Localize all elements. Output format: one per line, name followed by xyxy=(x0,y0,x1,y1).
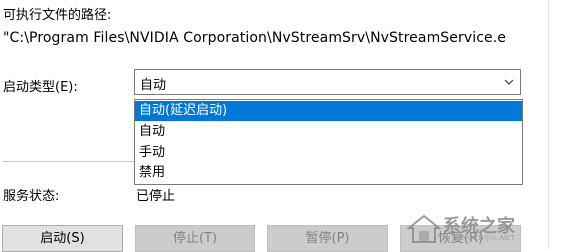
service-status-value: 已停止 xyxy=(136,189,176,204)
startup-option-manual[interactable]: 手动 xyxy=(135,143,522,163)
watermark-logo: 系统之家 XITONGZHIJIA.NET xyxy=(407,212,557,246)
startup-type-dropdown-list: 自动(延迟启动) 自动 手动 禁用 xyxy=(134,99,523,185)
service-status-label: 服务状态: xyxy=(3,189,60,204)
chevron-down-icon[interactable] xyxy=(504,78,514,86)
startup-type-selected-value: 自动 xyxy=(140,78,167,93)
start-button[interactable]: 启动(S) xyxy=(2,225,123,252)
executable-path-label: 可执行文件的路径: xyxy=(3,8,112,23)
startup-option-disabled[interactable]: 禁用 xyxy=(135,163,522,183)
house-logo-icon xyxy=(407,214,441,243)
section-divider xyxy=(3,161,134,162)
startup-option-auto[interactable]: 自动 xyxy=(135,122,522,142)
stop-button[interactable]: 停止(T) xyxy=(135,225,255,252)
executable-path-value: "C:\Program Files\NVIDIA Corporation\NvS… xyxy=(3,30,507,46)
startup-type-select[interactable]: 自动 xyxy=(134,69,521,95)
startup-option-auto-delayed[interactable]: 自动(延迟启动) xyxy=(135,101,522,121)
watermark-url: XITONGZHIJIA.NET xyxy=(443,234,516,242)
pause-button[interactable]: 暂停(P) xyxy=(267,225,388,252)
startup-type-label: 启动类型(E): xyxy=(3,80,78,95)
